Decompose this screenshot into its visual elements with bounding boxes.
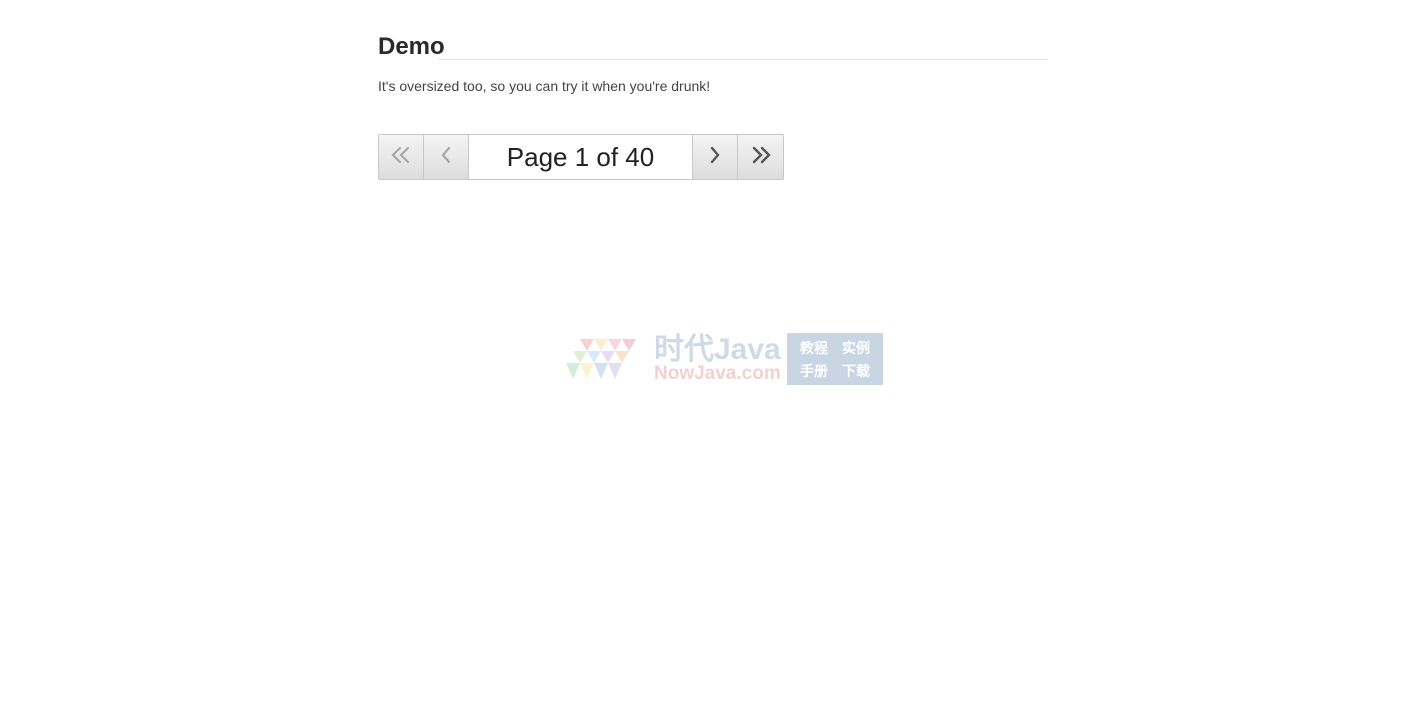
watermark-tag: 教程	[800, 339, 828, 356]
title-divider	[438, 59, 1048, 60]
watermark-tags: 教程 实例 手册 下载	[787, 333, 883, 385]
triangle-logo-icon	[566, 339, 636, 379]
previous-page-button[interactable]	[424, 135, 469, 179]
watermark-tag: 实例	[842, 339, 870, 356]
watermark-tag: 手册	[800, 362, 828, 379]
watermark-brand: 时代Java	[654, 333, 781, 366]
chevron-right-icon	[708, 146, 722, 169]
demo-section: Demo It's oversized too, so you can try …	[378, 0, 1048, 180]
page-title: Demo	[378, 33, 445, 60]
page-input[interactable]	[469, 135, 693, 179]
double-chevron-right-icon	[750, 146, 772, 169]
first-page-button[interactable]	[379, 135, 424, 179]
watermark-domain: NowJava.com	[654, 363, 781, 384]
last-page-button[interactable]	[738, 135, 783, 179]
pagination-control	[378, 134, 784, 180]
double-chevron-left-icon	[390, 146, 412, 169]
watermark-tag: 下载	[842, 362, 870, 379]
page-subtitle: It's oversized too, so you can try it wh…	[378, 78, 711, 94]
chevron-left-icon	[439, 146, 453, 169]
watermark-logo: 时代Java NowJava.com 教程 实例 手册 下载	[558, 333, 883, 385]
next-page-button[interactable]	[693, 135, 738, 179]
